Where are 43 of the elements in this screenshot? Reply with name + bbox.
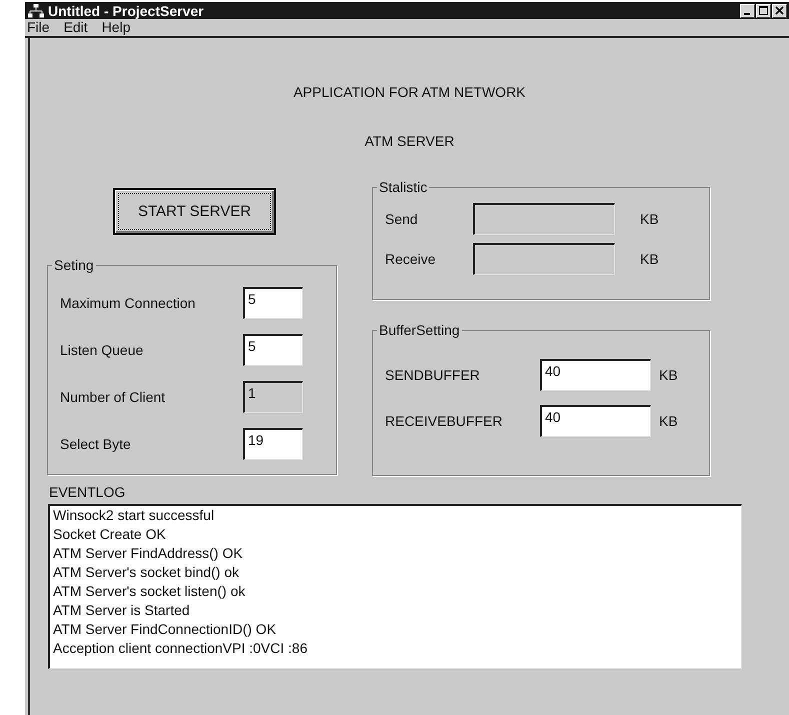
input-field[interactable]: 40 xyxy=(540,359,651,391)
input-field[interactable]: 40 xyxy=(540,405,651,437)
subheading: ATM SERVER xyxy=(364,133,456,149)
log-line: ATM Server is Started xyxy=(53,601,191,620)
input-field[interactable]: 5 xyxy=(243,334,303,366)
field-label: Send xyxy=(384,211,419,227)
unit-label: KB xyxy=(659,413,678,429)
field-label: SENDBUFFER xyxy=(384,367,481,383)
log-line: ATM Server FindConnectionID() OK xyxy=(53,620,278,639)
field-label: Receive xyxy=(384,251,437,267)
close-icon xyxy=(775,6,784,15)
log-line: Acception client connectionVPI :0VCI :86 xyxy=(53,639,308,658)
field-label: Select Byte xyxy=(59,436,132,452)
unit-label: KB xyxy=(640,211,659,227)
log-line: ATM Server's socket listen() ok xyxy=(53,582,246,601)
log-line: ATM Server's socket bind() ok xyxy=(53,563,240,582)
group-title: Seting xyxy=(53,257,95,273)
minimize-icon xyxy=(744,12,750,14)
start-server-button[interactable]: START SERVER xyxy=(113,188,276,235)
maximize-button[interactable] xyxy=(756,4,771,18)
input-field[interactable]: 5 xyxy=(243,286,303,318)
menu-item[interactable]: Help xyxy=(102,19,130,36)
field-label: Maximum Connection xyxy=(59,294,196,310)
field-label: Listen Queue xyxy=(59,342,144,358)
unit-label: KB xyxy=(659,367,678,383)
maximize-icon xyxy=(759,6,768,15)
group-title: Stalistic xyxy=(378,179,428,195)
log-line: Socket Create OK xyxy=(53,525,167,544)
close-button[interactable] xyxy=(772,4,787,18)
network-icon xyxy=(28,4,44,18)
field-label: RECEIVEBUFFER xyxy=(384,413,504,429)
log-line: ATM Server FindAddress() OK xyxy=(53,544,244,563)
field-label: Number of Client xyxy=(59,388,166,404)
heading: APPLICATION FOR ATM NETWORK xyxy=(292,84,527,100)
minimize-button[interactable] xyxy=(740,4,755,18)
eventlog-label: EVENTLOG xyxy=(49,484,126,500)
group-title: BufferSetting xyxy=(378,322,461,338)
input-field[interactable]: 19 xyxy=(243,428,303,460)
window-title: Untitled - ProjectServer xyxy=(48,2,205,18)
unit-label: KB xyxy=(640,251,659,267)
log-line: Winsock2 start successful xyxy=(53,506,216,525)
menu-item[interactable]: File xyxy=(27,19,50,36)
menu-item[interactable]: Edit xyxy=(64,19,88,36)
